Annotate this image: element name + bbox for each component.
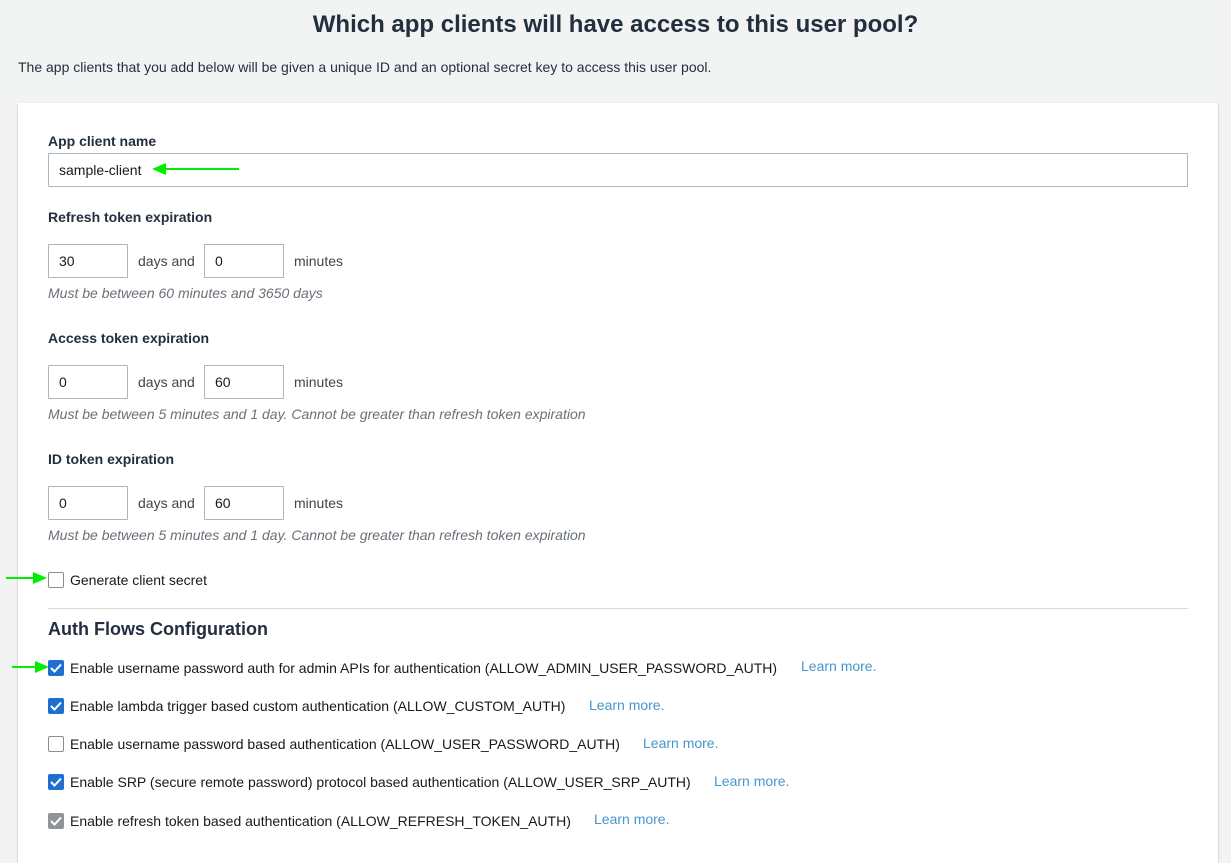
learn-more-link[interactable]: Learn more. xyxy=(594,811,669,827)
refresh-token-minutes-suffix: minutes xyxy=(294,253,344,269)
refresh-token-label: Refresh token expiration xyxy=(48,209,213,225)
refresh-token-hint: Must be between 60 minutes and 3650 days xyxy=(48,285,323,301)
page-description: The app clients that you add below will … xyxy=(18,59,712,75)
learn-more-link[interactable]: Learn more. xyxy=(801,658,876,674)
id-token-minutes-input[interactable] xyxy=(204,486,284,520)
access-token-minutes-suffix: minutes xyxy=(294,374,344,390)
checkmark-icon xyxy=(50,663,62,673)
auth-flow-custom-auth-label: Enable lambda trigger based custom authe… xyxy=(70,698,566,714)
page-title: Which app clients will have access to th… xyxy=(312,11,919,38)
auth-flow-refresh-token-label: Enable refresh token based authenticatio… xyxy=(70,813,571,829)
access-token-days-suffix: days and xyxy=(138,374,195,390)
auth-flow-admin-user-password-label: Enable username password auth for admin … xyxy=(70,660,778,676)
section-divider xyxy=(48,608,1188,609)
generate-client-secret-label: Generate client secret xyxy=(70,572,207,588)
learn-more-link[interactable]: Learn more. xyxy=(643,735,718,751)
auth-flow-user-srp-checkbox[interactable] xyxy=(48,774,64,790)
checkmark-icon xyxy=(50,816,62,826)
access-token-minutes-input[interactable] xyxy=(204,365,284,399)
refresh-token-days-suffix: days and xyxy=(138,253,195,269)
auth-flow-user-srp-label: Enable SRP (secure remote password) prot… xyxy=(70,774,691,790)
app-client-name-label: App client name xyxy=(48,133,157,149)
learn-more-link[interactable]: Learn more. xyxy=(589,697,664,713)
access-token-days-input[interactable] xyxy=(48,365,128,399)
id-token-label: ID token expiration xyxy=(48,451,175,467)
learn-more-link[interactable]: Learn more. xyxy=(714,773,789,789)
green-arrow-icon xyxy=(12,661,49,673)
checkmark-icon xyxy=(50,777,62,787)
auth-flow-refresh-token-checkbox[interactable] xyxy=(48,813,64,829)
id-token-days-suffix: days and xyxy=(138,495,195,511)
id-token-days-input[interactable] xyxy=(48,486,128,520)
refresh-token-minutes-input[interactable] xyxy=(204,244,284,278)
generate-client-secret-checkbox[interactable] xyxy=(48,572,64,588)
green-arrow-icon xyxy=(152,163,239,175)
access-token-hint: Must be between 5 minutes and 1 day. Can… xyxy=(48,406,586,422)
refresh-token-days-input[interactable] xyxy=(48,244,128,278)
auth-flow-user-password-label: Enable username password based authentic… xyxy=(70,736,620,752)
green-arrow-icon xyxy=(6,572,47,584)
auth-flow-admin-user-password-checkbox[interactable] xyxy=(48,660,64,676)
checkmark-icon xyxy=(50,701,62,711)
auth-flow-user-password-checkbox[interactable] xyxy=(48,736,64,752)
auth-flow-custom-auth-checkbox[interactable] xyxy=(48,698,64,714)
id-token-minutes-suffix: minutes xyxy=(294,495,344,511)
auth-flows-title: Auth Flows Configuration xyxy=(48,619,268,639)
access-token-label: Access token expiration xyxy=(48,330,210,346)
id-token-hint: Must be between 5 minutes and 1 day. Can… xyxy=(48,527,586,543)
